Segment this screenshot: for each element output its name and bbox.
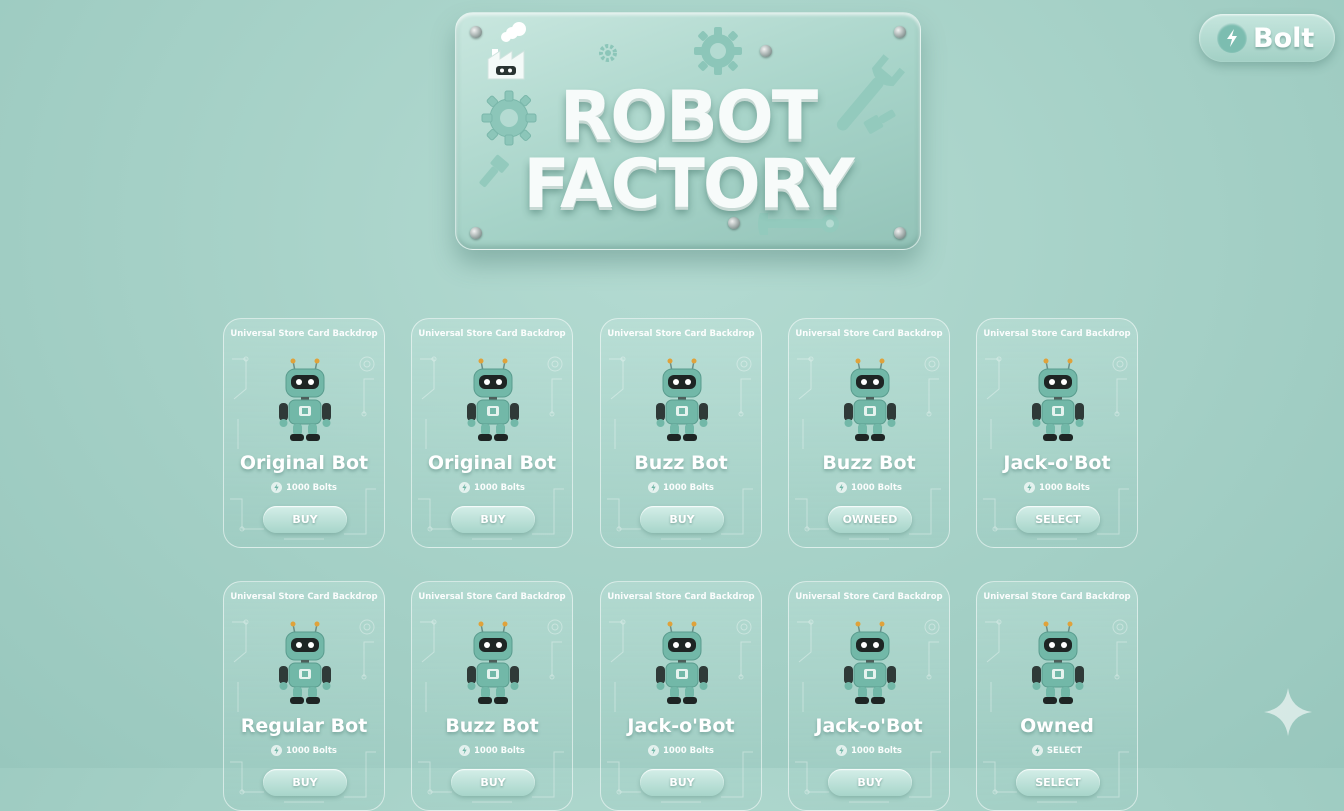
card-header: Universal Store Card Backdrop [983, 329, 1131, 339]
gear-icon [694, 27, 742, 75]
card-header: Universal Store Card Backdrop [795, 329, 943, 339]
bolt-currency-display[interactable]: Bolt [1199, 14, 1335, 62]
card-header: Universal Store Card Backdrop [230, 592, 378, 602]
robot-price: 1000 Bolts [789, 482, 949, 493]
robot-price: 1000 Bolts [412, 482, 572, 493]
robot-image [275, 620, 335, 710]
card-header: Universal Store Card Backdrop [418, 329, 566, 339]
store-card[interactable]: Universal Store Card Backdrop Jack-o'Bot… [976, 318, 1138, 548]
bolt-icon [1031, 745, 1043, 756]
card-action-button[interactable]: BUY [640, 769, 724, 796]
robot-price: 1000 Bolts [224, 745, 384, 756]
bolt-icon [1024, 482, 1035, 493]
store-card[interactable]: Universal Store Card Backdrop Regular Bo… [223, 581, 385, 811]
price-label: 1000 Bolts [1039, 482, 1090, 493]
bolt-icon [836, 482, 847, 493]
robot-name: Original Bot [427, 452, 557, 474]
robot-image [840, 620, 900, 710]
screw-icon [470, 26, 482, 38]
robot-name: Buzz Bot [822, 452, 916, 474]
screw-icon [760, 45, 772, 57]
price-label: SELECT [1046, 745, 1083, 756]
store-card[interactable]: Universal Store Card Backdrop Original B… [411, 318, 573, 548]
robot-image [1028, 357, 1088, 447]
robot-name: Jack-o'Bot [1003, 452, 1111, 474]
card-action-button[interactable]: SELECT [1016, 769, 1100, 796]
robot-image [463, 357, 523, 447]
robot-price: SELECT [977, 745, 1137, 756]
bolt-icon [271, 745, 282, 756]
robot-image [840, 357, 900, 447]
screw-icon [894, 227, 906, 239]
bolt-icon [648, 745, 659, 756]
card-header: Universal Store Card Backdrop [607, 329, 755, 339]
robot-price: 1000 Bolts [224, 482, 384, 493]
screw-icon [470, 227, 482, 239]
sparkle-icon [1264, 688, 1312, 736]
card-action-button[interactable]: BUY [640, 506, 724, 533]
robot-price: 1000 Bolts [977, 482, 1137, 493]
robot-name: Buzz Bot [634, 452, 728, 474]
robot-price: 1000 Bolts [601, 745, 761, 756]
robot-name: Jack-o'Bot [815, 715, 923, 737]
price-label: 1000 Bolts [286, 482, 337, 493]
price-label: 1000 Bolts [851, 482, 902, 493]
robot-image [463, 620, 523, 710]
screw-icon [894, 26, 906, 38]
store-card[interactable]: Universal Store Card Backdrop Original B… [223, 318, 385, 548]
card-action-button[interactable]: OWNEED [828, 506, 912, 533]
store-card[interactable]: Universal Store Card Backdrop Buzz Bot 1… [600, 318, 762, 548]
card-action-button[interactable]: BUY [451, 769, 535, 796]
bolt-icon [459, 482, 470, 493]
bolt-icon [459, 745, 470, 756]
store-card[interactable]: Universal Store Card Backdrop Buzz Bot 1… [411, 581, 573, 811]
robot-price: 1000 Bolts [412, 745, 572, 756]
robot-name: Regular Bot [240, 715, 368, 737]
robot-name: Jack-o'Bot [627, 715, 735, 737]
price-label: 1000 Bolts [286, 745, 337, 756]
card-header: Universal Store Card Backdrop [418, 592, 566, 602]
price-label: 1000 Bolts [851, 745, 902, 756]
currency-label: Bolt [1253, 22, 1315, 54]
bolt-icon [836, 745, 847, 756]
game-title-sign: ROBOT FACTORY [455, 12, 921, 250]
card-header: Universal Store Card Backdrop [607, 592, 755, 602]
price-label: 1000 Bolts [663, 745, 714, 756]
bolt-icon [271, 482, 282, 493]
store-card[interactable]: Universal Store Card Backdrop Jack-o'Bot… [788, 581, 950, 811]
robot-image [652, 620, 712, 710]
store-card[interactable]: Universal Store Card Backdrop Buzz Bot 1… [788, 318, 950, 548]
card-action-button[interactable]: BUY [828, 769, 912, 796]
store-card[interactable]: Universal Store Card Backdrop Jack-o'Bot… [600, 581, 762, 811]
robot-price: 1000 Bolts [601, 482, 761, 493]
robot-price: 1000 Bolts [789, 745, 949, 756]
price-label: 1000 Bolts [663, 482, 714, 493]
card-action-button[interactable]: SELECT [1016, 506, 1100, 533]
card-action-button[interactable]: BUY [451, 506, 535, 533]
card-header: Universal Store Card Backdrop [983, 592, 1131, 602]
bolt-icon [1217, 23, 1247, 53]
robot-name: Original Bot [239, 452, 369, 474]
robot-name: Buzz Bot [445, 715, 539, 737]
game-title-line2: FACTORY [523, 145, 854, 224]
gear-icon [599, 44, 617, 62]
robot-image [1028, 620, 1088, 710]
price-label: 1000 Bolts [474, 482, 525, 493]
factory-icon [487, 22, 526, 80]
card-action-button[interactable]: BUY [263, 769, 347, 796]
robot-image [275, 357, 335, 447]
price-label: 1000 Bolts [474, 745, 525, 756]
card-header: Universal Store Card Backdrop [230, 329, 378, 339]
bolt-icon [648, 482, 659, 493]
robot-name: Owned [1020, 715, 1094, 737]
store-card[interactable]: Universal Store Card Backdrop Owned SELE… [976, 581, 1138, 811]
card-header: Universal Store Card Backdrop [795, 592, 943, 602]
robot-image [652, 357, 712, 447]
card-action-button[interactable]: BUY [263, 506, 347, 533]
